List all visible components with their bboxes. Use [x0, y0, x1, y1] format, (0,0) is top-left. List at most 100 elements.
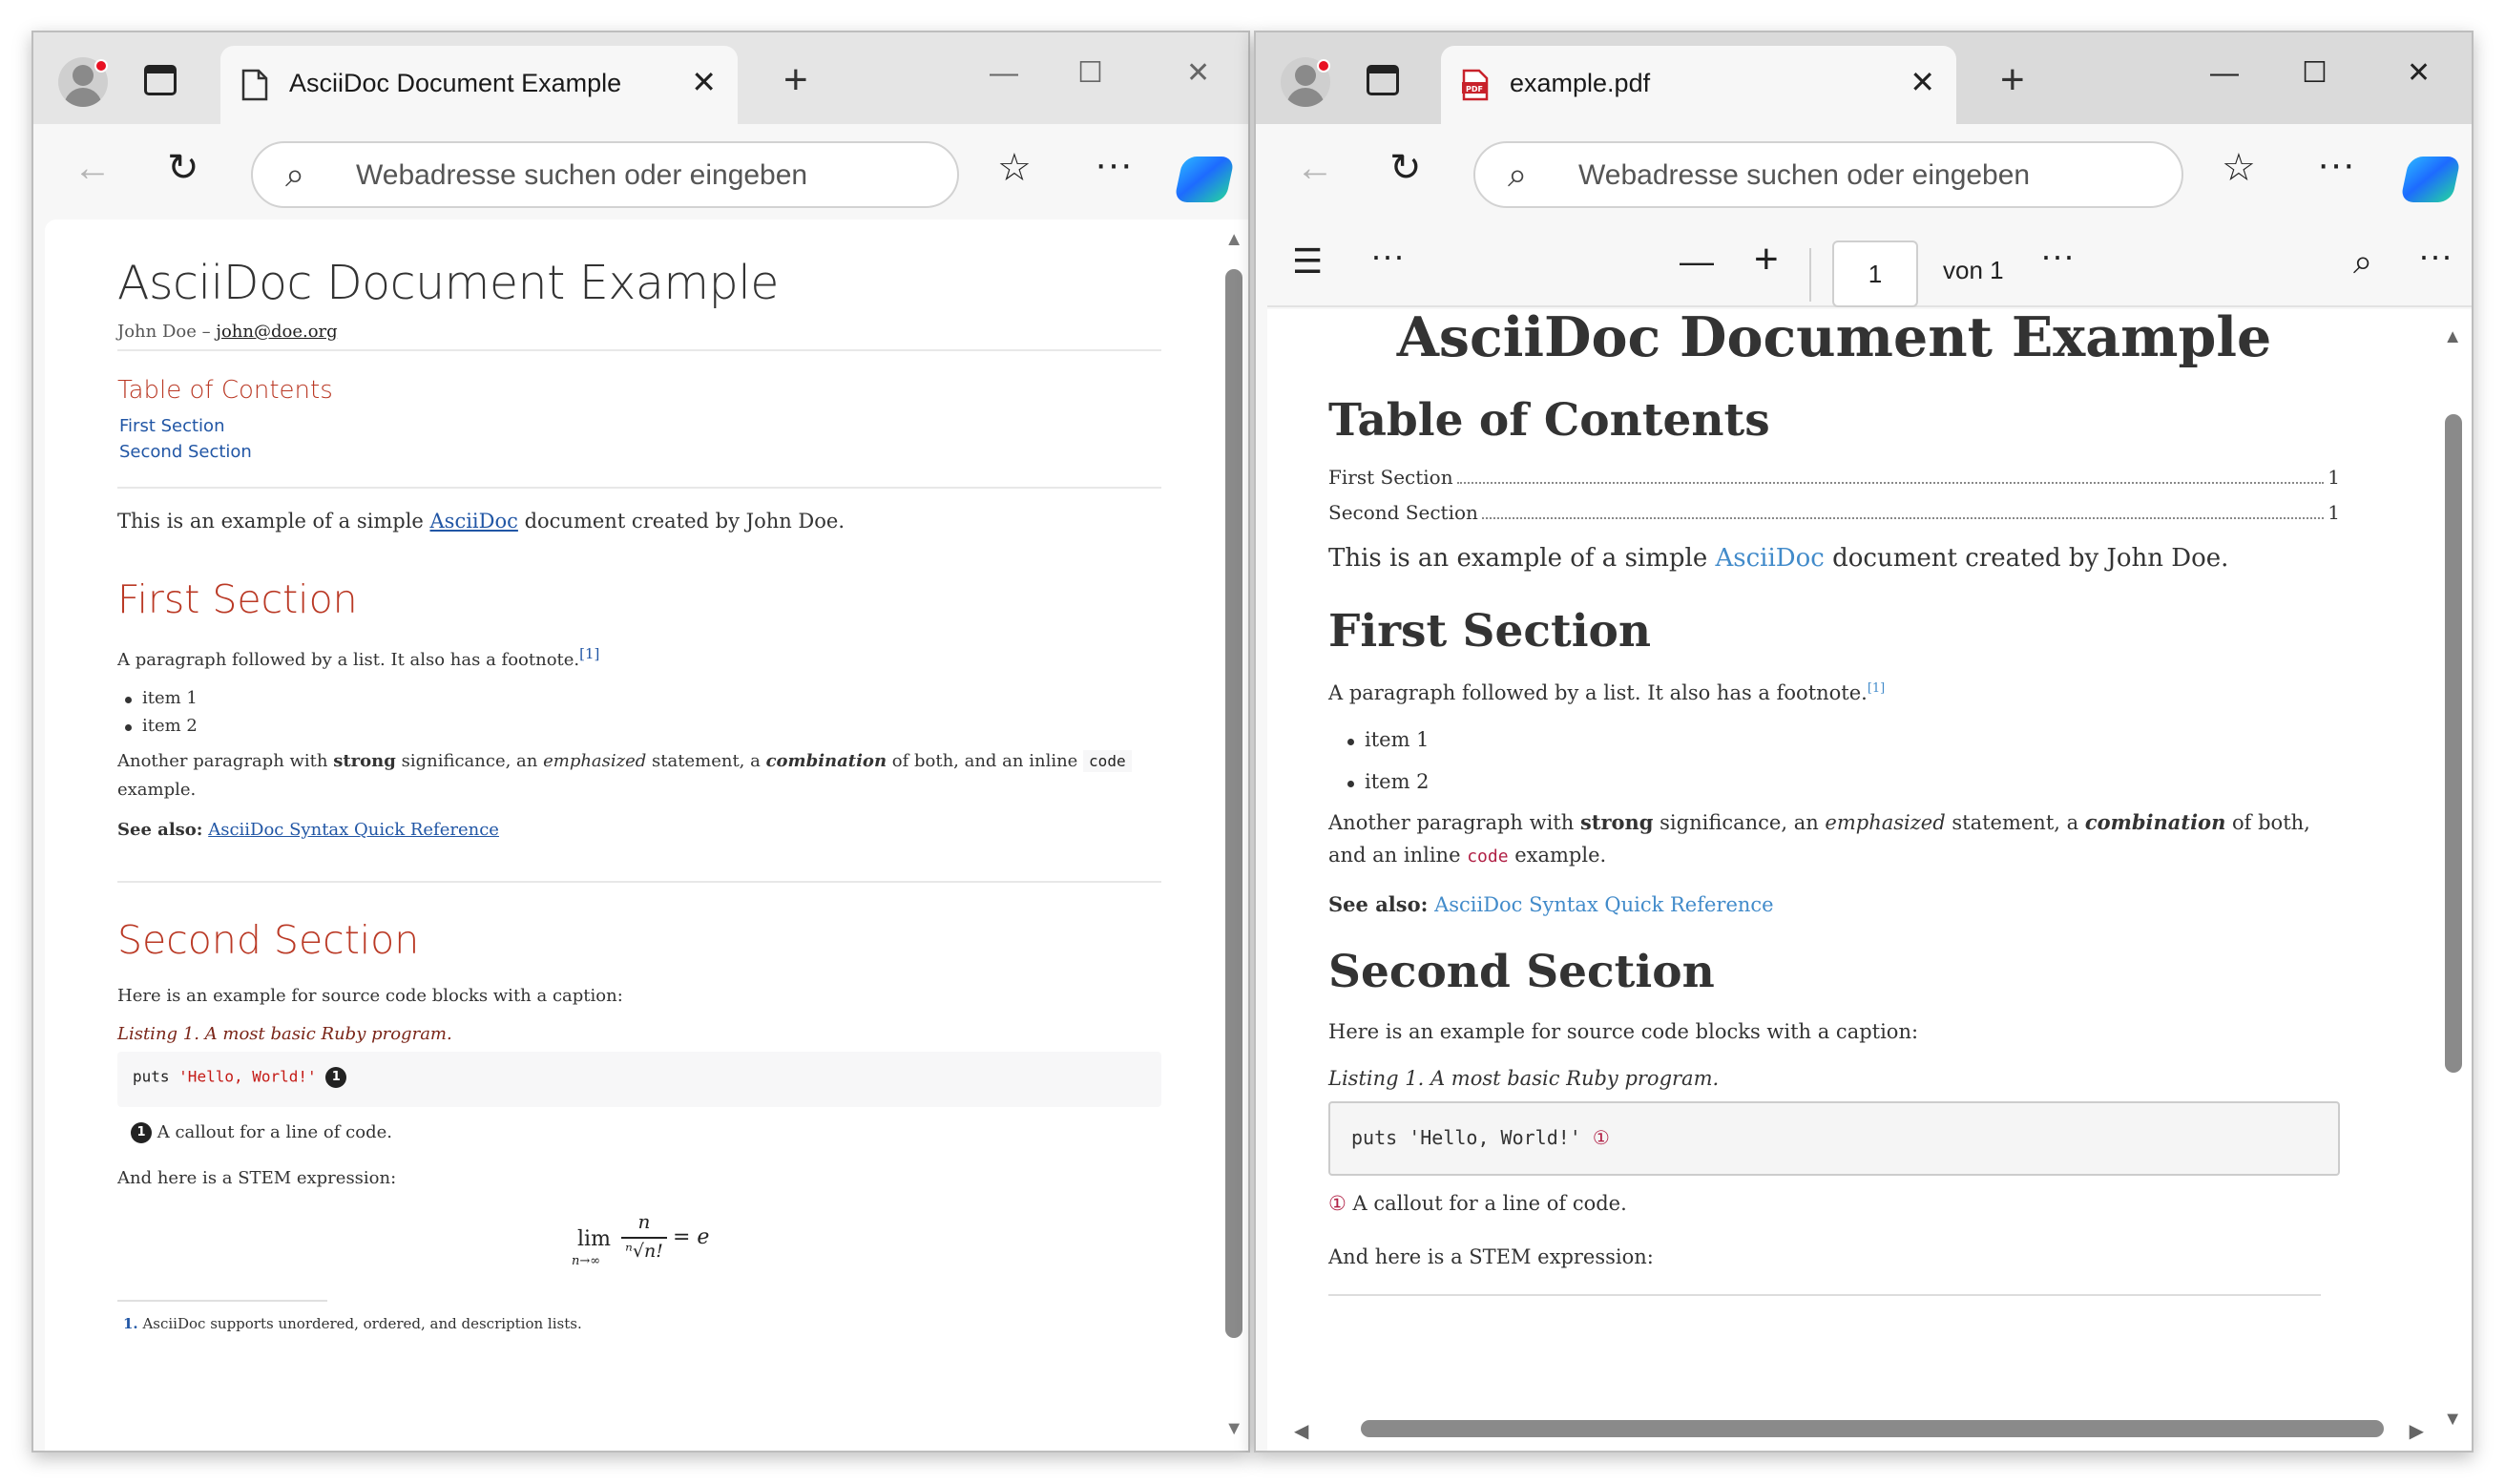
math-lim: lim — [577, 1227, 611, 1251]
back-icon[interactable]: ← — [73, 149, 112, 187]
toc-link-first-section[interactable]: First Section — [117, 416, 1161, 436]
pdf-listing-caption: Listing 1. A most basic Ruby program. — [1328, 1067, 1720, 1090]
back-icon[interactable]: ← — [1296, 149, 1334, 187]
author-email-link[interactable]: john@doe.org — [216, 322, 337, 342]
toc-link-second-section[interactable]: Second Section — [117, 442, 1161, 462]
pdf-footnote-ref[interactable]: [1] — [1868, 681, 1885, 696]
zoom-in-icon[interactable]: + — [1754, 239, 1779, 281]
footnote-separator — [117, 1300, 327, 1302]
horizontal-scrollbar-thumb[interactable] — [1361, 1420, 2384, 1437]
scroll-left-arrow[interactable]: ◀ — [1294, 1419, 1308, 1443]
pdf-viewport: AsciiDoc Document Example Table of Conte… — [1267, 309, 2472, 1451]
footnote-number[interactable]: 1. — [123, 1315, 138, 1332]
zoom-out-icon[interactable]: — — [1680, 244, 1714, 279]
copilot-icon[interactable] — [1173, 157, 1236, 202]
toolbar-divider — [1809, 248, 1811, 302]
find-icon[interactable]: ⌕ — [2353, 244, 2372, 279]
favorites-icon[interactable]: ☆ — [997, 149, 1032, 187]
intro-text: This is an example of a simple — [1328, 544, 1716, 573]
table-of-contents-icon[interactable]: ☰ — [1292, 244, 1323, 279]
page-more-icon[interactable]: ··· — [2040, 239, 2075, 273]
new-tab-button[interactable]: + — [2000, 59, 2025, 101]
tab-asciidoc[interactable]: AsciiDoc Document Example ✕ — [220, 46, 738, 124]
address-bar[interactable]: ⌕ Webadresse suchen oder eingeben — [1473, 141, 2183, 208]
paragraph: A paragraph followed by a list. It also … — [117, 639, 1161, 675]
pdf-asciidoc-link[interactable]: AsciiDoc — [1716, 544, 1825, 573]
text: statement, a — [1945, 811, 2085, 834]
more-options-icon[interactable]: ··· — [2317, 145, 2355, 183]
pdf-toc-row[interactable]: First Section 1 — [1328, 466, 2340, 490]
favorites-icon[interactable]: ☆ — [2222, 149, 2256, 187]
vertical-scrollbar-thumb[interactable] — [1225, 269, 1242, 1338]
tab-actions-icon[interactable] — [1367, 65, 1399, 95]
minimize-button[interactable]: — — [990, 59, 1018, 88]
close-tab-icon[interactable]: ✕ — [1910, 67, 1935, 97]
scroll-up-arrow[interactable]: ▲ — [1224, 229, 1243, 251]
callout-number: ① — [1328, 1192, 1346, 1215]
asciidoc-link[interactable]: AsciiDoc — [430, 510, 518, 533]
toc-dots — [1481, 517, 2325, 519]
notification-dot — [94, 59, 108, 73]
pdf-toc-row[interactable]: Second Section 1 — [1328, 501, 2340, 525]
author-line: John Doe – john@doe.org — [117, 322, 1161, 342]
toc-page: 1 — [2328, 501, 2340, 524]
new-tab-button[interactable]: + — [783, 59, 808, 101]
text: significance, an — [395, 751, 544, 771]
intro-text-end: document created by John Doe. — [1824, 544, 2229, 573]
pdf-paragraph: And here is a STEM expression: — [1328, 1245, 1654, 1268]
toc-label: Second Section — [1328, 501, 1478, 524]
footnote-ref-link[interactable]: [1] — [579, 645, 599, 662]
footnote-text: AsciiDoc supports unordered, ordered, an… — [142, 1315, 582, 1332]
close-window-button[interactable]: ✕ — [2407, 59, 2431, 88]
paragraph: Another paragraph with strong significan… — [117, 747, 1161, 805]
scroll-up-arrow[interactable]: ▲ — [2443, 326, 2462, 348]
pdf-syntax-reference-link[interactable]: AsciiDoc Syntax Quick Reference — [1434, 893, 1774, 916]
scroll-down-arrow[interactable]: ▼ — [2443, 1409, 2462, 1431]
pdf-section-title-first: First Section — [1328, 605, 1652, 658]
math-limit-sub: n→∞ — [572, 1254, 601, 1268]
math-numerator: n — [637, 1210, 651, 1233]
maximize-button[interactable]: ☐ — [2302, 59, 2328, 88]
text: example. — [117, 780, 197, 800]
strong-text: strong — [1579, 810, 1654, 834]
close-window-button[interactable]: ✕ — [1186, 59, 1210, 88]
address-bar[interactable]: ⌕ Webadresse suchen oder eingeben — [251, 141, 959, 208]
page-number-input[interactable]: 1 — [1832, 240, 1918, 307]
toc-page: 1 — [2328, 466, 2340, 489]
refresh-icon[interactable]: ↻ — [1389, 149, 1422, 187]
vertical-scrollbar-thumb[interactable] — [2445, 414, 2462, 1073]
syntax-reference-link[interactable]: AsciiDoc Syntax Quick Reference — [208, 820, 499, 840]
pdf-settings-more-icon[interactable]: ··· — [2418, 239, 2453, 273]
stem-expression: lim n→∞ n ⁿ√n! = e — [117, 1199, 1161, 1285]
browser-window-right: PDF example.pdf ✕ + — ☐ ✕ ← ↻ ⌕ Webadres… — [1254, 31, 2474, 1453]
intro-text: This is an example of a simple — [117, 510, 430, 533]
minimize-button[interactable]: — — [2210, 59, 2239, 88]
close-tab-icon[interactable]: ✕ — [691, 67, 717, 97]
scroll-down-arrow[interactable]: ▼ — [1224, 1418, 1243, 1440]
emphasized-text: emphasized — [1825, 811, 1946, 834]
see-also-label: See also: — [1328, 892, 1429, 916]
divider — [117, 881, 1161, 883]
pdf-icon: PDF — [1462, 69, 1489, 101]
more-options-icon[interactable]: ··· — [1095, 145, 1133, 183]
author-name: John Doe — [117, 322, 197, 342]
maximize-button[interactable]: ☐ — [1077, 59, 1103, 88]
search-icon: ⌕ — [285, 155, 305, 194]
tab-actions-icon[interactable] — [144, 65, 177, 95]
navigation-toolbar: ← ↻ ⌕ Webadresse suchen oder eingeben ☆ … — [1256, 124, 2472, 219]
pdf-list-item: item 2 — [1328, 770, 2340, 793]
scroll-right-arrow[interactable]: ▶ — [2410, 1419, 2424, 1443]
toc-dots — [1456, 482, 2325, 484]
intro-text-end: document created by John Doe. — [517, 510, 845, 533]
pdf-title: AsciiDoc Document Example — [1396, 309, 2272, 369]
pdf-more-tools-icon[interactable]: ··· — [1370, 239, 1405, 273]
copilot-icon[interactable] — [2399, 157, 2462, 202]
math-fraction-line — [621, 1237, 667, 1239]
list-item: item 1 — [117, 688, 1161, 708]
pdf-intro-paragraph: This is an example of a simple AsciiDoc … — [1328, 544, 2340, 573]
pdf-paragraph: A paragraph followed by a list. It also … — [1328, 673, 2340, 709]
refresh-icon[interactable]: ↻ — [167, 149, 199, 187]
browser-window-left: AsciiDoc Document Example ✕ + — ☐ ✕ ← ↻ … — [31, 31, 1250, 1453]
tab-example-pdf[interactable]: PDF example.pdf ✕ — [1441, 46, 1956, 124]
search-icon: ⌕ — [1508, 155, 1528, 194]
